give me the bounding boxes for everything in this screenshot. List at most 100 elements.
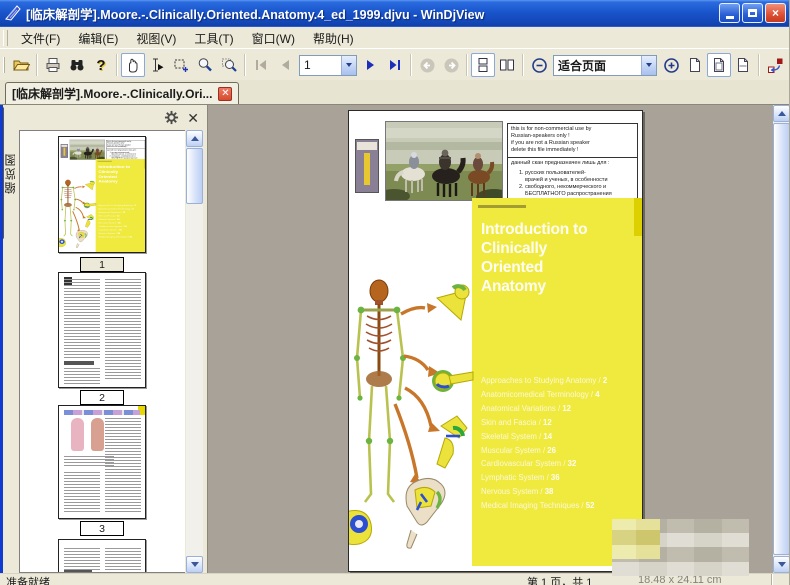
zoom-out-button[interactable] — [527, 53, 551, 77]
about-button[interactable]: ? — [89, 53, 113, 77]
tool-bar: ? — [0, 48, 790, 82]
zoom-in-button[interactable] — [659, 53, 683, 77]
status-page-info: 第 1 页，共 1 — [527, 574, 592, 585]
figure-legend — [64, 410, 140, 415]
toc-entry: Medical Imaging Techniques / 52 — [481, 499, 636, 513]
notice-line: delete this file immediately ! — [511, 147, 634, 154]
chevron-down-icon — [191, 562, 199, 567]
document-tab[interactable]: [临床解剖学].Moore.-.Clinically.Ori... ✕ — [5, 82, 239, 104]
print-button[interactable] — [41, 53, 65, 77]
fit-width-icon — [735, 57, 751, 73]
cover-title-line: Oriented — [481, 258, 587, 277]
thumbnail-settings-button[interactable] — [164, 110, 179, 125]
fit-width-button[interactable] — [731, 53, 755, 77]
rotate-left-icon — [767, 57, 784, 74]
last-page-button[interactable] — [383, 53, 407, 77]
toc-entry: Anatomical Variations / 12 — [481, 402, 636, 416]
forward-button[interactable] — [439, 53, 463, 77]
fit-page-button[interactable] — [707, 53, 731, 77]
tab-close-button[interactable]: ✕ — [218, 87, 232, 101]
scroll-up-button[interactable] — [186, 130, 203, 147]
magnify-tool-button[interactable] — [193, 53, 217, 77]
document-scrollbar[interactable] — [773, 105, 790, 573]
anatomy-figure-front — [71, 418, 84, 451]
maximize-button[interactable] — [742, 3, 763, 23]
text-select-icon — [149, 57, 165, 73]
document-tab-label: [临床解剖学].Moore.-.Clinically.Ori... — [12, 85, 212, 102]
thumbnail-label-1[interactable]: 1 — [80, 257, 124, 272]
page-dropdown-button[interactable] — [341, 56, 356, 75]
bogatyrs-painting — [385, 121, 503, 201]
status-divider — [771, 574, 773, 585]
thumbnail-scrollbar[interactable] — [186, 130, 203, 573]
prev-page-icon — [277, 57, 293, 73]
last-page-icon — [387, 57, 403, 73]
open-button[interactable] — [9, 53, 33, 77]
menu-edit[interactable]: 编辑(E) — [69, 28, 127, 49]
cover-title-line: Anatomy — [481, 277, 587, 296]
chevron-down-icon — [346, 63, 352, 67]
thumbnail-page-1[interactable]: this is for non-commercial use by Russia… — [58, 136, 146, 253]
thumbnail-label-2[interactable]: 2 — [80, 390, 124, 405]
back-button[interactable] — [415, 53, 439, 77]
next-page-button[interactable] — [359, 53, 383, 77]
pan-tool-button[interactable] — [121, 53, 145, 77]
actual-size-button[interactable] — [683, 53, 707, 77]
thumbnail-page-3[interactable] — [58, 405, 146, 519]
menu-tools[interactable]: 工具(T) — [185, 28, 242, 49]
censored-blur-patch-yellow — [612, 519, 660, 559]
content-area: 缩览图 ✕ — [0, 105, 790, 573]
prev-page-button[interactable] — [273, 53, 297, 77]
zoom-dropdown-button[interactable] — [641, 56, 656, 75]
menu-window[interactable]: 窗口(W) — [243, 28, 304, 49]
zoom-value: 适合页面 — [554, 57, 641, 74]
zoom-select-tool-button[interactable] — [217, 53, 241, 77]
page-number-combobox[interactable]: 1 — [299, 55, 357, 76]
thumbnail-page-2[interactable] — [58, 272, 146, 388]
continuous-layout-button[interactable] — [471, 53, 495, 77]
help-icon: ? — [96, 57, 105, 74]
zoom-combobox[interactable]: 适合页面 — [553, 55, 657, 76]
toolbar-grip[interactable] — [3, 30, 8, 46]
thumbnail-page-4[interactable] — [58, 539, 146, 573]
select-rect-tool-button[interactable] — [169, 53, 193, 77]
chevron-down-icon — [778, 562, 786, 567]
toc-entry: Skeletal System / 14 — [481, 430, 636, 444]
window-edge — [0, 105, 3, 573]
cover-title: Introduction to Clinically Oriented Anat… — [481, 220, 587, 296]
facing-layout-button[interactable] — [495, 53, 519, 77]
notice-line: if you are not a Russian speaker — [511, 140, 634, 147]
menu-help[interactable]: 帮助(H) — [304, 28, 363, 49]
notice-line: данный скан предназначен лишь для : — [511, 160, 634, 167]
title-bar[interactable]: [临床解剖学].Moore.-.Clinically.Oriented.Anat… — [0, 0, 790, 26]
window-controls: × — [719, 3, 786, 23]
toolbar-grip-2[interactable] — [3, 57, 5, 73]
scroll-down-button[interactable] — [773, 556, 790, 573]
window-title: [临床解剖学].Moore.-.Clinically.Oriented.Anat… — [26, 4, 719, 23]
minimize-button[interactable] — [719, 3, 740, 23]
document-view[interactable]: this is for non-commercial use by Russia… — [207, 105, 773, 573]
censored-blur-patch — [612, 519, 749, 576]
scrollbar-thumb[interactable] — [186, 148, 203, 204]
cover-yellow-panel: Introduction to Clinically Oriented Anat… — [472, 198, 642, 566]
document-page: this is for non-commercial use by Russia… — [348, 110, 643, 572]
find-button[interactable] — [65, 53, 89, 77]
toc-entry: Cardiovascular System / 32 — [481, 457, 636, 471]
menu-file[interactable]: 文件(F) — [12, 28, 69, 49]
rotate-left-button[interactable] — [763, 53, 787, 77]
toc-entry: Skin and Fascia / 12 — [481, 416, 636, 430]
select-text-tool-button[interactable] — [145, 53, 169, 77]
notice-english: this is for non-commercial use by Russia… — [508, 124, 637, 158]
close-button[interactable]: × — [765, 3, 786, 23]
cover-toc: Approaches to Studying Anatomy / 2 Anato… — [481, 374, 636, 513]
cover-title-line: Introduction to — [481, 220, 587, 239]
scroll-down-button[interactable] — [186, 556, 203, 573]
toc-entry: Nervous System / 38 — [481, 485, 636, 499]
scrollbar-thumb[interactable] — [773, 123, 790, 555]
menu-view[interactable]: 视图(V) — [127, 28, 185, 49]
cover-title-line: Clinically — [481, 239, 587, 258]
thumbnail-close-button[interactable]: ✕ — [187, 111, 199, 125]
thumbnail-label-3[interactable]: 3 — [80, 521, 124, 536]
scroll-up-button[interactable] — [773, 105, 790, 122]
first-page-button[interactable] — [249, 53, 273, 77]
